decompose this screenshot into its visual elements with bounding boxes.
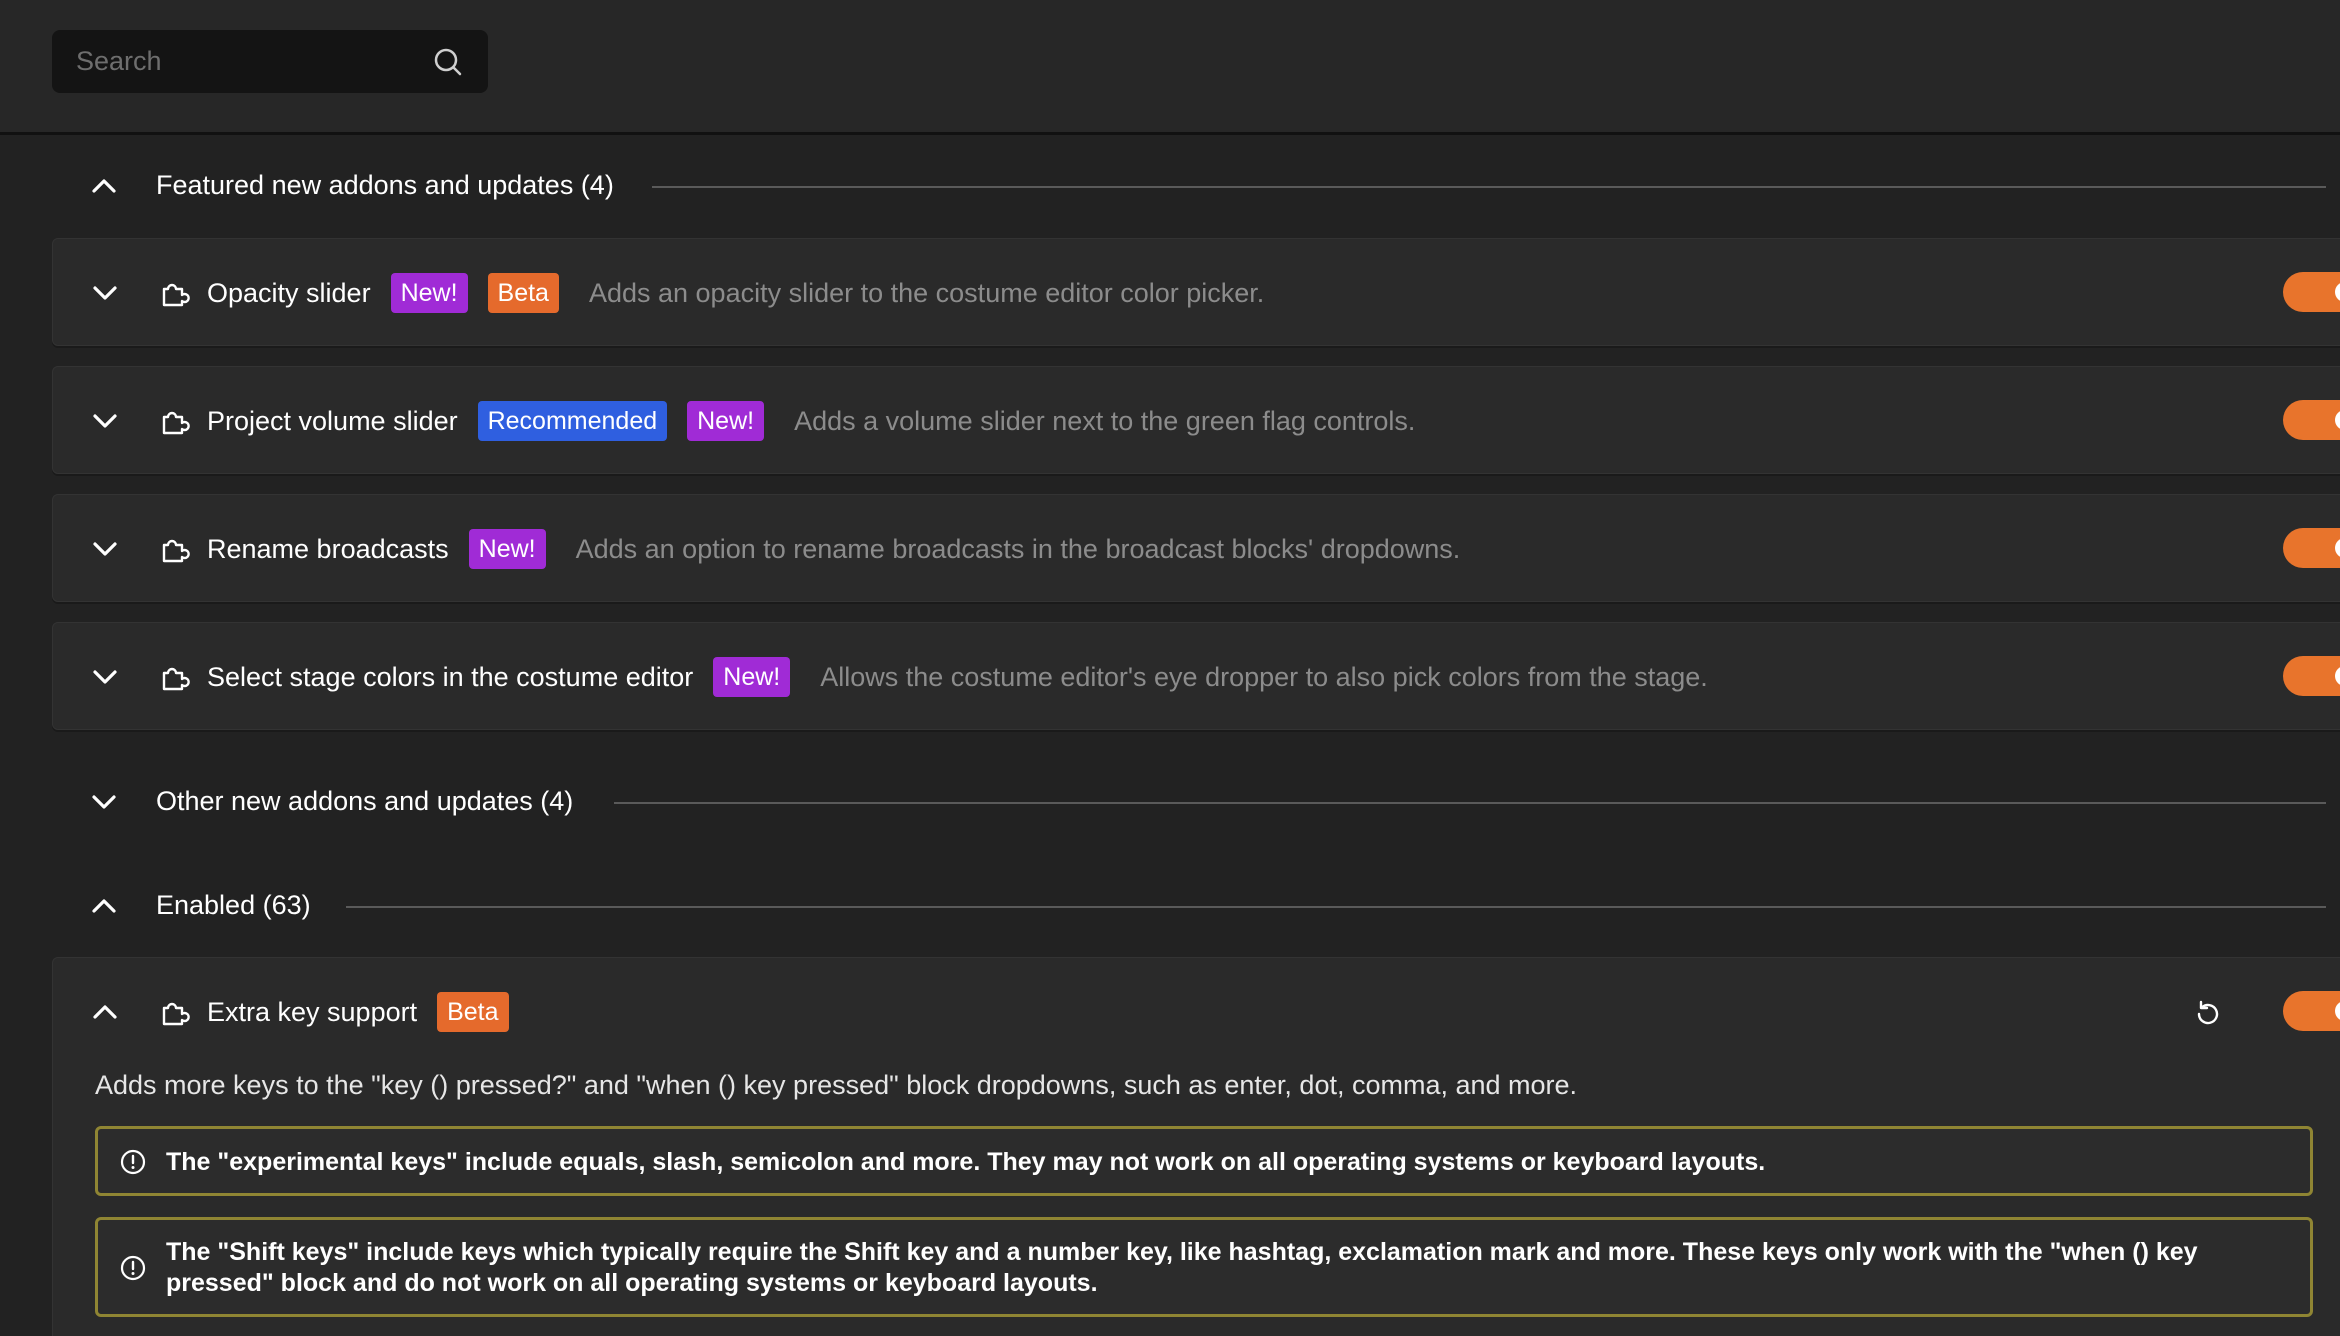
addon-name: Opacity slider	[207, 277, 371, 308]
addon-line: Extra key support Beta	[207, 958, 509, 1066]
addon-description: Adds an opacity slider to the costume ed…	[588, 277, 1265, 308]
search-box	[52, 30, 488, 93]
addon-line: Rename broadcasts New! Adds an option to…	[207, 495, 1460, 603]
badge-beta: Beta	[437, 992, 509, 1032]
addon-description: Allows the costume editor's eye dropper …	[820, 661, 1708, 692]
badge-new: New!	[468, 529, 546, 569]
addon-long-description: Adds more keys to the "key () pressed?" …	[95, 1070, 1578, 1100]
section-other-title: Other new addons and updates (4)	[156, 786, 574, 816]
section-divider	[614, 802, 2326, 804]
toggle-knob	[2335, 1001, 2340, 1021]
badge-new: New!	[713, 657, 791, 697]
toggle-knob	[2335, 666, 2340, 686]
notice-shift-keys: The "Shift keys" include keys which typi…	[95, 1217, 2313, 1317]
toggle-knob	[2335, 282, 2340, 302]
addon-toggle[interactable]	[2283, 991, 2340, 1031]
addon-name: Select stage colors in the costume edito…	[207, 661, 694, 692]
section-featured-title: Featured new addons and updates (4)	[156, 170, 614, 200]
chevron-down-icon[interactable]	[89, 661, 121, 693]
badge-new: New!	[687, 401, 765, 441]
section-divider	[652, 186, 2326, 188]
addon-toggle[interactable]	[2283, 400, 2340, 440]
puzzle-icon	[162, 1002, 190, 1026]
search-icon[interactable]	[432, 46, 464, 78]
addon-description: Adds a volume slider next to the green f…	[794, 405, 1416, 436]
reset-icon[interactable]	[2191, 997, 2225, 1031]
chevron-up-icon[interactable]	[88, 170, 120, 202]
addon-line: Select stage colors in the costume edito…	[207, 623, 1708, 731]
badge-new: New!	[390, 273, 468, 313]
addon-name: Rename broadcasts	[207, 533, 449, 564]
chevron-down-icon[interactable]	[89, 533, 121, 565]
badge-beta: Beta	[487, 273, 559, 313]
addon-toggle[interactable]	[2283, 272, 2340, 312]
notice-text: The "experimental keys" include equals, …	[166, 1148, 1766, 1176]
section-featured-header[interactable]: Featured new addons and updates (4)	[0, 156, 2340, 216]
addon-name: Project volume slider	[207, 405, 458, 436]
badge-recommended: Recommended	[477, 401, 668, 441]
addon-toggle[interactable]	[2283, 528, 2340, 568]
addon-card-opacity-slider[interactable]: Opacity slider New! Beta Adds an opacity…	[52, 238, 2340, 346]
notice-text: The "Shift keys" include keys which typi…	[166, 1238, 2198, 1297]
addon-card-project-volume-slider[interactable]: Project volume slider Recommended New! A…	[52, 366, 2340, 474]
addon-line: Opacity slider New! Beta Adds an opacity…	[207, 239, 1264, 347]
puzzle-icon	[162, 539, 190, 563]
puzzle-icon	[162, 283, 190, 307]
section-divider	[346, 906, 2326, 908]
search-input[interactable]	[52, 30, 488, 93]
chevron-up-icon[interactable]	[89, 996, 121, 1028]
section-other-header[interactable]: Other new addons and updates (4)	[0, 772, 2340, 832]
chevron-up-icon[interactable]	[88, 890, 120, 922]
toggle-knob	[2335, 410, 2340, 430]
info-icon	[120, 1255, 146, 1281]
section-enabled-header[interactable]: Enabled (63)	[0, 876, 2340, 936]
chevron-down-icon[interactable]	[88, 786, 120, 818]
chevron-down-icon[interactable]	[89, 405, 121, 437]
chevron-down-icon[interactable]	[89, 277, 121, 309]
addon-toggle[interactable]	[2283, 656, 2340, 696]
info-icon	[120, 1149, 146, 1175]
toggle-knob	[2335, 538, 2340, 558]
notice-experimental-keys: The "experimental keys" include equals, …	[95, 1126, 2313, 1196]
section-enabled-title: Enabled (63)	[156, 890, 311, 920]
addon-description: Adds an option to rename broadcasts in t…	[575, 533, 1461, 564]
addon-line: Project volume slider Recommended New! A…	[207, 367, 1415, 475]
addon-name: Extra key support	[207, 996, 418, 1027]
addon-card-extra-key-support[interactable]: Extra key support Beta Adds more keys to…	[52, 957, 2340, 1336]
puzzle-icon	[162, 667, 190, 691]
addon-card-rename-broadcasts[interactable]: Rename broadcasts New! Adds an option to…	[52, 494, 2340, 602]
puzzle-icon	[162, 411, 190, 435]
top-bar	[0, 0, 2340, 135]
addon-card-select-stage-colors[interactable]: Select stage colors in the costume edito…	[52, 622, 2340, 730]
